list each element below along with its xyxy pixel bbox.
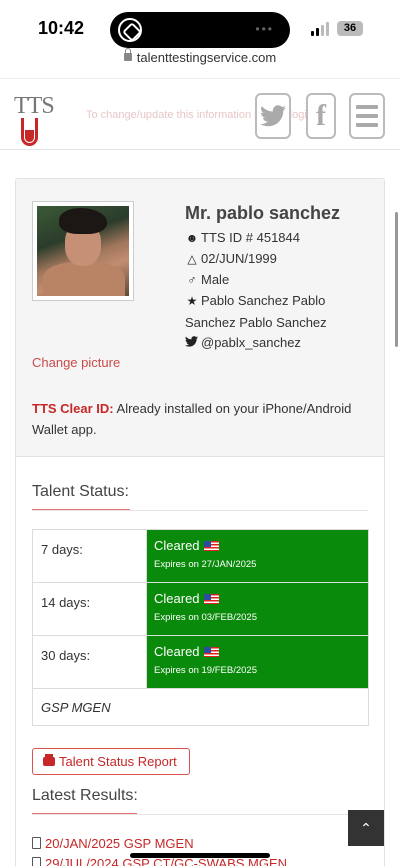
cellular-signal-icon bbox=[311, 22, 331, 36]
twitter-icon bbox=[260, 105, 286, 127]
scrollbar[interactable] bbox=[395, 212, 398, 347]
status-text: Cleared bbox=[154, 538, 200, 553]
profile-panel: Mr. pablo sanchez ☻ TTS ID # 451844 △ 02/J… bbox=[16, 179, 384, 457]
change-picture-link[interactable]: Change picture bbox=[32, 355, 120, 370]
logo-text: TTS bbox=[14, 93, 55, 119]
profile-card: Mr. pablo sanchez ☻ TTS ID # 451844 △ 02/J… bbox=[15, 178, 385, 866]
home-indicator[interactable] bbox=[130, 853, 270, 858]
gender: Male bbox=[201, 272, 230, 287]
site-header: TTS To change/update this information pl… bbox=[0, 78, 400, 150]
more-dots-icon: ••• bbox=[255, 22, 274, 36]
tts-id-row: ☻ TTS ID # 451844 bbox=[185, 227, 300, 249]
expiry-text: Expires on 27/JAN/2025 bbox=[154, 559, 257, 570]
address-bar[interactable]: talenttestingservice.com bbox=[0, 48, 400, 76]
full-name-row: ★ Pablo Sanchez Pablo Sanchez Pablo Sanch… bbox=[185, 290, 335, 333]
user-icon: ☻ bbox=[185, 231, 199, 245]
divider bbox=[32, 814, 368, 815]
result-label: 20/JAN/2025 GSP MGEN bbox=[45, 836, 194, 851]
clear-id-label: TTS Clear ID: bbox=[32, 401, 114, 416]
talent-status-table: 7 days: Cleared Expires on 27/JAN/2025 14… bbox=[32, 529, 369, 726]
expiry-text: Expires on 19/FEB/2025 bbox=[154, 665, 257, 676]
hamburger-menu-button[interactable] bbox=[349, 93, 385, 139]
status-text: Cleared bbox=[154, 591, 200, 606]
full-name: Pablo Sanchez Pablo Sanchez Pablo Sanche… bbox=[185, 293, 327, 330]
twitter-row: @pablx_sanchez bbox=[185, 332, 301, 353]
status-cell: Cleared Expires on 27/JAN/2025 bbox=[146, 529, 369, 583]
table-row: 30 days: Cleared Expires on 19/FEB/2025 bbox=[32, 635, 369, 689]
talent-status-heading: Talent Status: bbox=[32, 483, 129, 500]
twitter-button[interactable] bbox=[255, 93, 291, 139]
pdf-file-icon bbox=[32, 857, 41, 866]
profile-photo bbox=[32, 201, 134, 301]
star-icon: ★ bbox=[186, 294, 198, 308]
status-cell: Cleared Expires on 03/FEB/2025 bbox=[146, 582, 369, 636]
report-button-label: Talent Status Report bbox=[59, 754, 177, 769]
gender-row: ♂ Male bbox=[185, 269, 230, 291]
dob-row: △ 02/JUN/1999 bbox=[185, 248, 277, 270]
printer-icon bbox=[43, 754, 55, 766]
dynamic-island: ••• bbox=[110, 12, 290, 48]
table-row: 7 days: Cleared Expires on 27/JAN/2025 bbox=[32, 529, 369, 583]
status-cell: Cleared Expires on 19/FEB/2025 bbox=[146, 635, 369, 689]
divider bbox=[32, 510, 368, 511]
clock-time: 10:42 bbox=[38, 18, 85, 38]
url-text: talenttestingservice.com bbox=[136, 50, 277, 65]
twitter-handle[interactable]: @pablx_sanchez bbox=[201, 335, 301, 350]
period-cell: 7 days: bbox=[32, 529, 147, 583]
table-row: GSP MGEN bbox=[32, 688, 369, 726]
latest-results-heading: Latest Results: bbox=[32, 787, 138, 804]
period-cell: 30 days: bbox=[32, 635, 147, 689]
twitter-small-icon bbox=[185, 336, 198, 347]
table-row: 14 days: Cleared Expires on 03/FEB/2025 bbox=[32, 582, 369, 636]
expiry-text: Expires on 03/FEB/2025 bbox=[154, 612, 257, 623]
male-icon: ♂ bbox=[187, 273, 197, 287]
us-flag-icon bbox=[203, 594, 219, 604]
us-flag-icon bbox=[203, 541, 219, 551]
period-cell: 14 days: bbox=[32, 582, 147, 636]
tts-logo[interactable]: TTS bbox=[14, 93, 55, 147]
chatgpt-icon bbox=[118, 18, 142, 42]
ios-status-bar: 10:42 ••• 36 bbox=[0, 0, 400, 50]
birthday-cake-icon: △ bbox=[187, 252, 197, 266]
date-of-birth: 02/JUN/1999 bbox=[201, 251, 277, 266]
talent-status-report-button[interactable]: Talent Status Report bbox=[32, 748, 190, 775]
profile-name: Mr. pablo sanchez bbox=[185, 203, 341, 223]
lock-icon bbox=[123, 48, 132, 61]
scroll-to-top-button[interactable]: ⌃ bbox=[348, 810, 384, 846]
facebook-icon: f bbox=[316, 99, 326, 132]
facebook-button[interactable]: f bbox=[306, 93, 336, 139]
status-text: Cleared bbox=[154, 644, 200, 659]
test-tube-icon bbox=[21, 118, 38, 146]
us-flag-icon bbox=[203, 647, 219, 657]
pdf-file-icon bbox=[32, 837, 41, 849]
chevron-up-icon: ⌃ bbox=[360, 820, 372, 836]
panel-cell: GSP MGEN bbox=[32, 688, 369, 726]
battery-indicator: 36 bbox=[337, 21, 363, 36]
clear-id-text: TTS Clear ID: Already installed on your … bbox=[32, 398, 372, 440]
result-link[interactable]: 20/JAN/2025 GSP MGEN bbox=[32, 836, 194, 851]
tts-id: TTS ID # 451844 bbox=[201, 230, 300, 245]
